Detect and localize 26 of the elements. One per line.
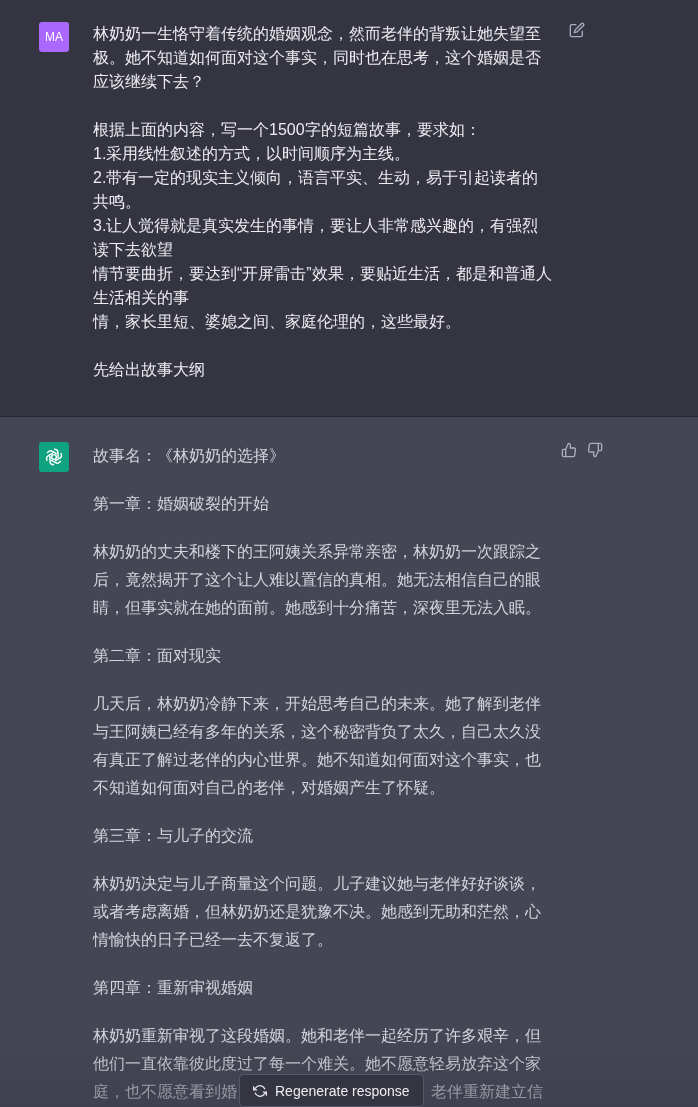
response-paragraph: 第一章：婚姻破裂的开始 <box>93 494 270 514</box>
assistant-avatar <box>39 442 69 472</box>
response-paragraph: 第三章：与儿子的交流 <box>93 826 254 846</box>
response-paragraph: 几天后，林奶奶冷静下来，开始思考自己的未来。她了解到老伴与王阿姨已经有多年的关系，这个秘密背负了太久，自己太久没有真正了解过老伴的内心世界。她不知道如何面对这个事实，也不知道如何面对自己的老伴，对婚姻产生了怀疑。 <box>93 694 542 798</box>
response-text: 庭，也不愿意看到婚 <box>93 1082 237 1102</box>
regenerate-button[interactable]: Regenerate response <box>239 1074 424 1107</box>
user-message-line: 先给出故事大纲 <box>93 360 206 380</box>
response-paragraph: 林奶奶的丈夫和楼下的王阿姨关系异常亲密，林奶奶一次跟踪之后，竟然揭开了这个让人难以置信的真相。她无法相信自己的眼睛，但事实就在她的面前。她感到十分痛苦，深夜里无法入眠。 <box>93 542 542 618</box>
user-message-line: 情节要曲折，要达到“开屏雷击”效果，要贴近生活，都是和普通人生活相关的事 <box>93 264 553 308</box>
user-message-line: 1.采用线性叙述的方式，以时间顺序为主线。 <box>93 144 412 164</box>
user-message-line: 根据上面的内容，写一个1500字的短篇故事，要求如： <box>93 120 482 140</box>
user-message-line: 2.带有一定的现实主义倾向，语言平实、生动，易于引起读者的共鸣。 <box>93 168 540 212</box>
user-message-line: 林奶奶一生恪守着传统的婚姻观念，然而老伴的背叛让她失望至极。她不知道如何面对这个事实，同时也在思考，这个婚姻是否应该继续下去？ <box>93 24 542 92</box>
user-message-line: 3.让人觉得就是真实发生的事情，要让人非常感兴趣的，有强烈读下去欲望 <box>93 216 540 260</box>
thumbs-up-icon[interactable] <box>561 442 577 458</box>
response-text: 老伴重新建立信 <box>431 1082 543 1102</box>
user-avatar: MA <box>39 22 69 52</box>
response-paragraph: 第四章：重新审视婚姻 <box>93 978 254 998</box>
response-paragraph: 故事名：《林奶奶的选择》 <box>93 446 286 466</box>
refresh-icon <box>253 1083 267 1098</box>
edit-icon[interactable] <box>569 22 585 38</box>
response-paragraph: 第二章：面对现实 <box>93 646 222 666</box>
response-paragraph: 林奶奶重新审视了这段婚姻。她和老伴一起经历了许多艰辛，但他们一直依靠彼此度过了每一个难关。她不愿意轻易放弃这个家 <box>93 1026 542 1074</box>
thumbs-down-icon[interactable] <box>587 442 603 458</box>
user-message-line: 情，家长里短、婆媳之间、家庭伦理的，这些最好。 <box>93 312 462 332</box>
response-paragraph: 林奶奶决定与儿子商量这个问题。儿子建议她与老伴好好谈谈，或者考虑离婚，但林奶奶还是犹豫不决。她感到无助和茫然，心情愉快的日子已经一去不复返了。 <box>93 874 542 950</box>
